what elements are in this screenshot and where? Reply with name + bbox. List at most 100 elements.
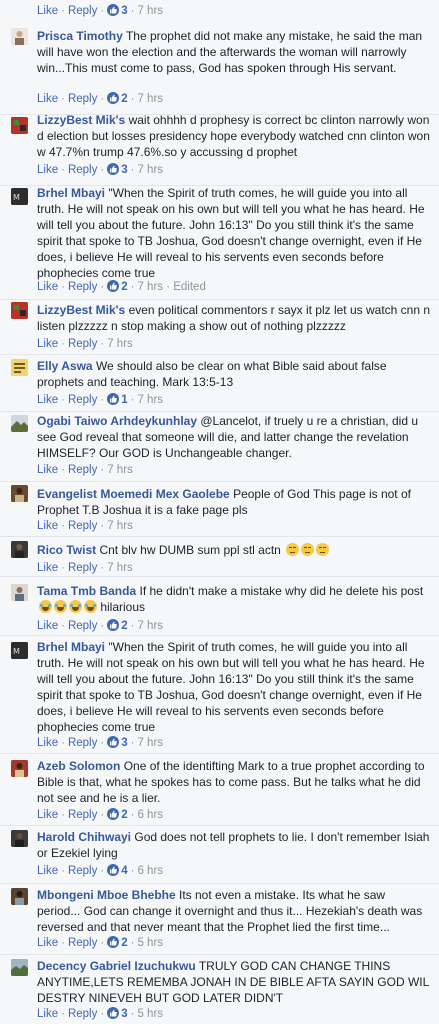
timestamp[interactable]: 6 hrs — [137, 865, 163, 877]
timestamp[interactable]: 7 hrs — [107, 464, 133, 476]
like-link[interactable]: Like — [37, 620, 58, 632]
timestamp[interactable]: 7 hrs — [137, 5, 163, 17]
comment-author[interactable]: Decency Gabriel Izuchukwu — [37, 959, 196, 973]
like-link[interactable]: Like — [37, 737, 58, 749]
avatar[interactable] — [11, 830, 28, 847]
avatar[interactable] — [11, 888, 28, 905]
like-reaction-icon[interactable] — [107, 393, 120, 405]
comment-author[interactable]: Harold Chihwayi — [37, 830, 131, 844]
timestamp[interactable]: 7 hrs — [137, 737, 163, 749]
comment-author[interactable]: Ogabi Taiwo Arhdeykunhlay — [37, 414, 197, 428]
avatar[interactable] — [11, 302, 28, 319]
like-link[interactable]: Like — [37, 394, 58, 406]
reply-link[interactable]: Reply — [68, 737, 97, 749]
timestamp[interactable]: 5 hrs — [137, 1008, 163, 1020]
timestamp[interactable]: 7 hrs — [107, 338, 133, 350]
reply-link[interactable]: Reply — [68, 1008, 97, 1020]
reply-link[interactable]: Reply — [68, 281, 97, 293]
like-link[interactable]: Like — [37, 464, 58, 476]
like-count[interactable]: 3 — [121, 737, 127, 749]
reply-link[interactable]: Reply — [68, 520, 97, 532]
like-reaction-icon[interactable] — [107, 864, 120, 876]
like-link[interactable]: Like — [37, 520, 58, 532]
like-link[interactable]: Like — [37, 937, 58, 949]
avatar[interactable] — [11, 485, 28, 502]
reply-link[interactable]: Reply — [68, 620, 97, 632]
avatar[interactable] — [11, 584, 28, 601]
comment-author[interactable]: Prisca Timothy — [37, 29, 123, 43]
like-count[interactable]: 4 — [121, 865, 127, 877]
comment-author[interactable]: LizzyBest Mik's — [37, 113, 125, 127]
timestamp[interactable]: 7 hrs — [137, 164, 163, 176]
comment-author[interactable]: Rico Twist — [37, 543, 96, 557]
like-link[interactable]: Like — [37, 164, 58, 176]
avatar[interactable]: M — [11, 642, 28, 659]
comment-item: LizzyBest Mik's even political commentor… — [0, 300, 439, 355]
avatar[interactable] — [11, 415, 28, 432]
timestamp[interactable]: 7 hrs — [107, 562, 133, 574]
timestamp[interactable]: 7 hrs — [107, 520, 133, 532]
like-link[interactable]: Like — [37, 338, 58, 350]
like-reaction-icon[interactable] — [107, 736, 120, 748]
comment-author[interactable]: Brhel Mbayi — [37, 640, 105, 654]
timestamp[interactable]: 7 hrs — [137, 93, 163, 105]
like-reaction-icon[interactable] — [107, 619, 120, 631]
like-link[interactable]: Like — [37, 93, 58, 105]
like-link[interactable]: Like — [37, 1008, 58, 1020]
comment-body: Evangelist Moemedi Mex Gaolebe People of… — [37, 486, 431, 518]
comment-author[interactable]: Mbongeni Mboe Bhebhe — [37, 888, 176, 902]
reply-link[interactable]: Reply — [68, 5, 97, 17]
comment-author[interactable]: LizzyBest Mik's — [37, 303, 125, 317]
timestamp[interactable]: 7 hrs · Edited — [137, 281, 205, 293]
comment-actions: Like · Reply · 3 · 7 hrs — [37, 163, 164, 176]
like-link[interactable]: Like — [37, 5, 58, 17]
like-count[interactable]: 2 — [121, 937, 127, 949]
like-reaction-icon[interactable] — [107, 4, 120, 16]
avatar[interactable] — [11, 359, 28, 376]
comment-author[interactable]: Elly Aswa — [37, 359, 93, 373]
comment-item: M Brhel Mbayi "When the Spirit of truth … — [0, 186, 439, 300]
reply-link[interactable]: Reply — [68, 93, 97, 105]
avatar[interactable] — [11, 959, 28, 976]
reply-link[interactable]: Reply — [68, 338, 97, 350]
comment-author[interactable]: Evangelist Moemedi Mex Gaolebe — [37, 487, 230, 501]
like-count[interactable]: 2 — [121, 620, 127, 632]
avatar[interactable] — [11, 28, 28, 45]
avatar[interactable] — [11, 760, 28, 777]
avatar[interactable] — [11, 541, 28, 558]
like-link[interactable]: Like — [37, 281, 58, 293]
like-count[interactable]: 3 — [121, 1008, 127, 1020]
like-count[interactable]: 2 — [121, 93, 127, 105]
like-count[interactable]: 3 — [121, 5, 127, 17]
like-reaction-icon[interactable] — [107, 163, 120, 175]
like-link[interactable]: Like — [37, 809, 58, 821]
timestamp[interactable]: 7 hrs — [137, 620, 163, 632]
reply-link[interactable]: Reply — [68, 464, 97, 476]
reply-link[interactable]: Reply — [68, 865, 97, 877]
timestamp[interactable]: 6 hrs — [137, 809, 163, 821]
comment-author[interactable]: Brhel Mbayi — [37, 186, 105, 200]
like-reaction-icon[interactable] — [107, 92, 120, 104]
like-reaction-icon[interactable] — [107, 1007, 120, 1019]
comment-author[interactable]: Tama Tmb Banda — [37, 584, 136, 598]
avatar[interactable] — [11, 117, 28, 134]
avatar[interactable]: M — [11, 188, 28, 205]
reply-link[interactable]: Reply — [68, 809, 97, 821]
comment-item: Azeb Solomon One of the identifting Mark… — [0, 754, 439, 826]
reply-link[interactable]: Reply — [68, 164, 97, 176]
like-count[interactable]: 1 — [121, 394, 127, 406]
reply-link[interactable]: Reply — [68, 937, 97, 949]
like-count[interactable]: 2 — [121, 281, 127, 293]
like-link[interactable]: Like — [37, 562, 58, 574]
like-reaction-icon[interactable] — [107, 808, 120, 820]
reply-link[interactable]: Reply — [68, 562, 97, 574]
comment-author[interactable]: Azeb Solomon — [37, 759, 120, 773]
like-reaction-icon[interactable] — [107, 936, 120, 948]
like-count[interactable]: 2 — [121, 809, 127, 821]
timestamp[interactable]: 7 hrs — [137, 394, 163, 406]
like-reaction-icon[interactable] — [107, 280, 120, 292]
like-count[interactable]: 3 — [121, 164, 127, 176]
reply-link[interactable]: Reply — [68, 394, 97, 406]
like-link[interactable]: Like — [37, 865, 58, 877]
timestamp[interactable]: 5 hrs — [137, 937, 163, 949]
